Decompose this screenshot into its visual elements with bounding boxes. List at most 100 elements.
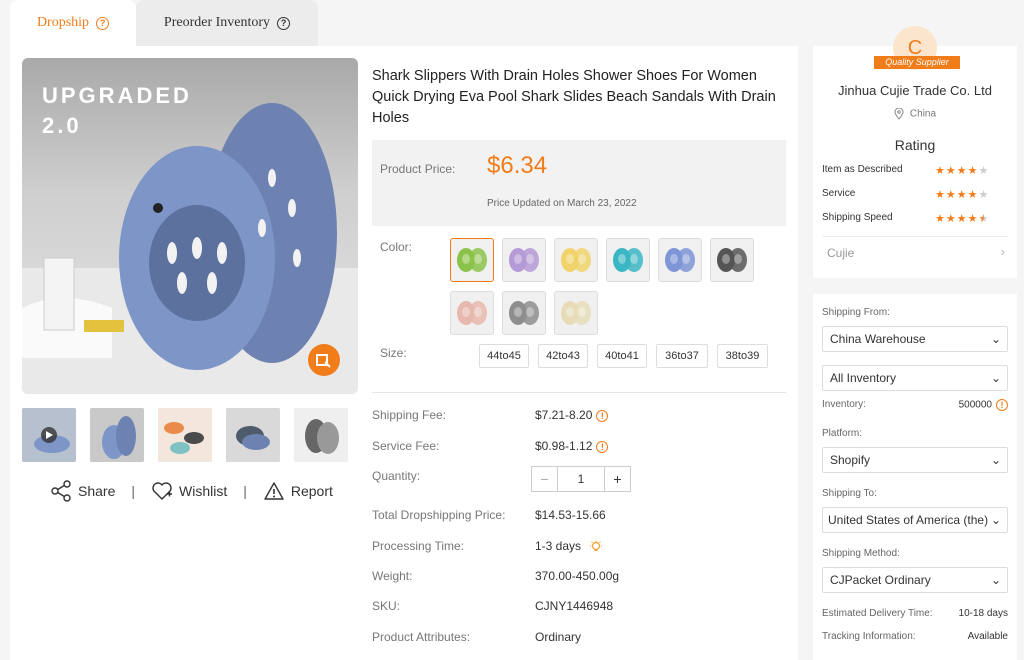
rating-label: Service <box>822 188 856 199</box>
size-label: Size: <box>380 346 407 360</box>
chevron-down-icon: ⌄ <box>990 453 1001 467</box>
rating-stars: ★★★★★ <box>935 165 990 177</box>
supplier-country: China <box>813 107 1017 120</box>
shipping-method-value: CJPacket Ordinary <box>830 573 931 587</box>
size-option[interactable]: 40to41 <box>597 344 647 368</box>
supplier-country-text: China <box>909 108 937 120</box>
info-icon[interactable]: ! <box>596 409 609 422</box>
delivery-time-value: 10-18 days <box>958 608 1008 619</box>
service-fee-value: $0.98-1.12! <box>535 439 609 453</box>
increment-button[interactable]: + <box>604 467 630 491</box>
price-box: Product Price: $6.34 Price Updated on Ma… <box>372 140 786 226</box>
store-link[interactable]: Cujie <box>827 246 854 260</box>
weight-value: 370.00-450.00g <box>535 569 620 583</box>
help-icon[interactable]: ? <box>277 16 291 30</box>
thumbnail-image[interactable] <box>294 408 348 462</box>
thumbnail-video[interactable] <box>22 408 76 462</box>
shipping-panel: Shipping From: China Warehouse ⌄ All Inve… <box>813 294 1017 660</box>
color-swatch[interactable] <box>450 291 494 335</box>
lightbulb-icon <box>590 540 603 551</box>
shipping-to-label: Shipping To: <box>822 488 877 499</box>
processing-time-value: 1-3 days <box>535 539 603 554</box>
inventory-text: 500000 <box>958 399 992 411</box>
size-option[interactable]: 44to45 <box>479 344 529 368</box>
color-swatch[interactable] <box>502 238 546 282</box>
product-attributes-value: Ordinary <box>535 630 582 644</box>
product-main-image[interactable]: UPGRADED 2.0 <box>22 58 358 394</box>
inventory-select[interactable]: All Inventory ⌄ <box>822 365 1008 391</box>
chevron-right-icon[interactable]: › <box>1001 244 1005 259</box>
warning-icon <box>264 482 284 500</box>
tab-preorder-label: Preorder Inventory <box>163 15 271 30</box>
size-option[interactable]: 42to43 <box>538 344 588 368</box>
quantity-label: Quantity: <box>372 469 421 483</box>
svg-text:2.0: 2.0 <box>42 113 82 138</box>
shipping-fee-label: Shipping Fee: <box>372 408 447 422</box>
service-fee-text: $0.98-1.12 <box>535 439 593 453</box>
color-swatch[interactable] <box>710 238 754 282</box>
size-option[interactable]: 36to37 <box>656 344 708 368</box>
thumbnail-image[interactable] <box>90 408 144 462</box>
rating-label: Shipping Speed <box>822 212 893 223</box>
tab-dropship[interactable]: Dropship? <box>10 0 136 46</box>
chevron-down-icon: ⌄ <box>990 332 1001 346</box>
shipping-fee-value: $7.21-8.20! <box>535 408 609 422</box>
tab-preorder-inventory[interactable]: Preorder Inventory? <box>136 0 318 46</box>
tracking-label: Tracking Information: <box>822 631 916 642</box>
supplier-card: C Quality Supplier Jinhua Cujie Trade Co… <box>813 26 1017 278</box>
sku-value: CJNY1446948 <box>535 599 614 613</box>
thumbnail-image[interactable] <box>158 408 212 462</box>
tab-dropship-label: Dropship <box>36 15 90 30</box>
wishlist-button[interactable]: Wishlist <box>151 481 227 501</box>
share-button[interactable]: Share <box>50 480 115 502</box>
divider: | <box>243 483 247 499</box>
product-actions: Share | Wishlist | Report <box>50 480 350 502</box>
thumbnail-image[interactable] <box>226 408 280 462</box>
inventory-value: 500000! <box>959 399 1008 411</box>
product-panel: UPGRADED 2.0 Share | Wishlist | Report S… <box>10 46 798 660</box>
color-swatch[interactable] <box>554 291 598 335</box>
shipping-method-label: Shipping Method: <box>822 548 900 559</box>
info-icon[interactable]: ! <box>996 399 1008 411</box>
quantity-input[interactable]: 1 <box>558 467 604 491</box>
section-divider <box>372 392 786 393</box>
shipping-method-select[interactable]: CJPacket Ordinary ⌄ <box>822 567 1008 593</box>
share-icon <box>51 480 71 502</box>
shipping-to-value: United States of America (the) <box>828 513 989 527</box>
chevron-down-icon: ⌄ <box>990 573 1001 587</box>
processing-time-text: 1-3 days <box>535 539 582 553</box>
shipping-to-select[interactable]: United States of America (the) ⌄ <box>822 507 1008 533</box>
color-swatch[interactable] <box>606 238 650 282</box>
color-swatch[interactable] <box>658 238 702 282</box>
svg-text:UPGRADED: UPGRADED <box>42 83 192 108</box>
shipping-fee-text: $7.21-8.20 <box>535 408 593 422</box>
heart-plus-icon <box>152 482 172 500</box>
report-button[interactable]: Report <box>263 481 333 501</box>
color-swatch[interactable] <box>502 291 546 335</box>
info-icon[interactable]: ! <box>596 440 609 453</box>
divider <box>822 236 1008 237</box>
color-swatch[interactable] <box>450 238 494 282</box>
product-attributes-label: Product Attributes: <box>372 630 471 644</box>
platform-select[interactable]: Shopify ⌄ <box>822 447 1008 473</box>
color-swatch[interactable] <box>554 238 598 282</box>
share-label: Share <box>78 483 116 499</box>
price-updated-text: Price Updated on March 23, 2022 <box>487 198 637 209</box>
tracking-value: Available <box>967 631 1008 642</box>
inventory-select-value: All Inventory <box>830 371 897 385</box>
platform-value: Shopify <box>830 453 871 467</box>
size-option[interactable]: 38to39 <box>717 344 768 368</box>
wishlist-label: Wishlist <box>179 483 228 499</box>
inventory-label: Inventory: <box>822 399 866 410</box>
quality-supplier-badge: Quality Supplier <box>874 56 960 69</box>
shipping-from-select[interactable]: China Warehouse ⌄ <box>822 326 1008 352</box>
divider: | <box>131 483 135 499</box>
decrement-button[interactable]: − <box>532 467 558 491</box>
report-label: Report <box>290 483 333 499</box>
rating-stars: ★★★★★ <box>935 213 990 225</box>
rating-stars: ★★★★★ <box>935 189 990 201</box>
service-fee-label: Service Fee: <box>372 439 440 453</box>
supplier-name[interactable]: Jinhua Cujie Trade Co. Ltd <box>813 83 1017 98</box>
help-icon[interactable]: ? <box>96 16 110 30</box>
location-pin-icon <box>894 107 904 120</box>
